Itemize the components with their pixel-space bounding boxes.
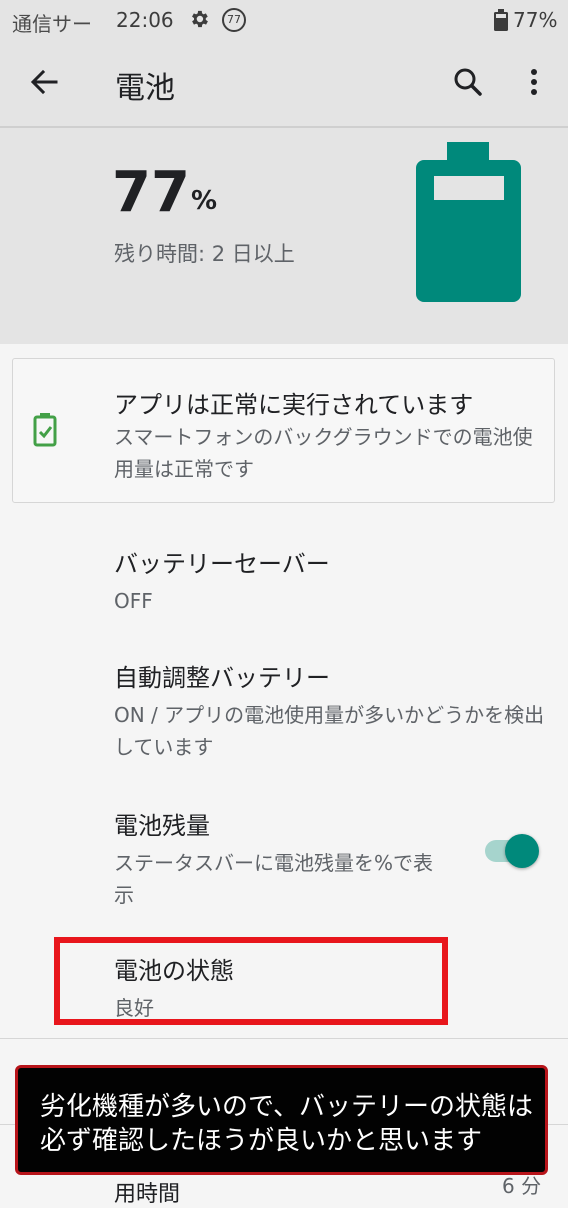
status-bar: 通信サー 22:06 77 77% [0, 0, 568, 40]
tip-body: スマートフォンのバックグラウンドでの電池使用量は正常です [114, 425, 533, 481]
tip-title: アプリは正常に実行されています [114, 391, 474, 419]
clock: 22:06 [116, 8, 174, 32]
battery-icon [410, 142, 526, 306]
annotation-caption: 劣化機種が多いので、バッテリーの状態は必ず確認したほうが良いかと思います [15, 1065, 548, 1175]
divider [0, 1038, 568, 1039]
battery-status-icon [494, 9, 508, 36]
partial-list-item: 用時間 [114, 1182, 181, 1207]
app-bar: 電池 [0, 40, 568, 126]
battery-percentage-item[interactable]: 電池残量 ステータスバーに電池残量を%で表示 [114, 806, 444, 911]
pref-title: 自動調整バッテリー [114, 664, 330, 692]
search-icon[interactable] [448, 62, 488, 102]
adaptive-battery-item[interactable]: 自動調整バッテリー ON / アプリの電池使用量が多いかどうかを検出しています [114, 658, 554, 763]
pref-title: バッテリーセーバー [114, 550, 330, 578]
pref-summary: ステータスバーに電池残量を%で表示 [114, 851, 434, 907]
more-vert-icon[interactable] [514, 62, 554, 102]
battery-header: 77 % 残り時間: 2 日以上 [0, 128, 568, 344]
pref-summary: ON / アプリの電池使用量が多いかどうかを検出しています [114, 703, 545, 759]
gear-icon [188, 8, 210, 35]
battery-level-unit: % [191, 186, 218, 216]
remaining-time: 残り時間: 2 日以上 [114, 242, 295, 266]
pref-title: 電池残量 [114, 812, 210, 840]
battery-check-icon [33, 411, 57, 447]
carrier-label: 通信サー [12, 12, 92, 36]
back-arrow-icon[interactable] [24, 62, 64, 102]
highlight-box [54, 937, 448, 1025]
battery-tip-card[interactable]: アプリは正常に実行されています スマートフォンのバックグラウンドでの電池使用量は… [12, 358, 555, 503]
battery-percentage: 77% [513, 8, 558, 32]
pref-summary: OFF [114, 589, 153, 613]
toggle-thumb[interactable] [505, 834, 539, 868]
notification-badge: 77 [222, 8, 246, 32]
page-title: 電池 [115, 71, 175, 106]
battery-saver-item[interactable]: バッテリーセーバー OFF [114, 544, 330, 617]
battery-level-value: 77 [112, 160, 190, 225]
